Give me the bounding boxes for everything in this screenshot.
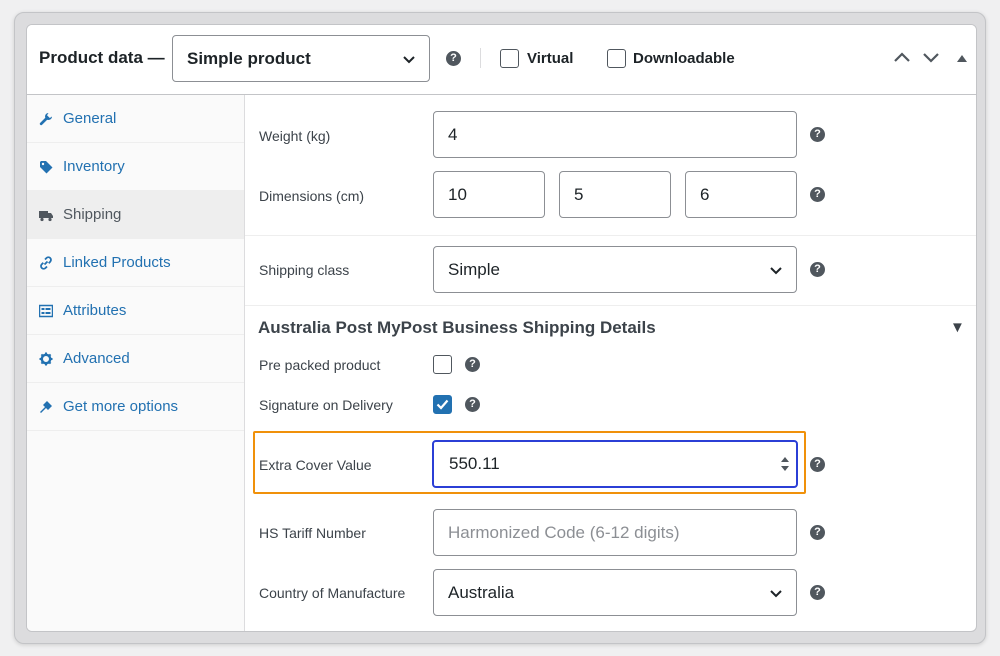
- help-icon[interactable]: ?: [810, 187, 825, 202]
- tab-linked-products[interactable]: Linked Products: [27, 239, 244, 287]
- tab-label: Attributes: [63, 302, 127, 319]
- help-icon[interactable]: ?: [810, 585, 825, 600]
- help-icon[interactable]: ?: [465, 397, 480, 412]
- product-type-value: Simple product: [187, 48, 311, 68]
- downloadable-checkbox[interactable]: [607, 49, 626, 68]
- length-input[interactable]: 10: [433, 171, 545, 218]
- country-label: Country of Manufacture: [259, 585, 406, 601]
- auspost-section-title: Australia Post MyPost Business Shipping …: [258, 318, 656, 337]
- help-icon[interactable]: ?: [810, 457, 825, 472]
- downloadable-label: Downloadable: [633, 50, 735, 67]
- gear-icon: [39, 352, 53, 365]
- height-value: 6: [700, 184, 710, 204]
- tab-label: Inventory: [63, 158, 125, 175]
- help-icon[interactable]: ?: [810, 525, 825, 540]
- weight-label: Weight (kg): [259, 128, 331, 144]
- help-icon[interactable]: ?: [810, 262, 825, 277]
- weight-input[interactable]: 4: [433, 111, 797, 158]
- move-up-icon[interactable]: [893, 48, 911, 66]
- extra-cover-label: Extra Cover Value: [259, 457, 372, 473]
- width-input[interactable]: 5: [559, 171, 671, 218]
- length-value: 10: [448, 184, 467, 204]
- tab-shipping[interactable]: Shipping: [27, 191, 244, 239]
- tab-label: Get more options: [63, 398, 179, 415]
- tab-label: General: [63, 110, 117, 127]
- plugin-icon: [40, 400, 52, 413]
- pre-packed-checkbox[interactable]: [433, 355, 452, 374]
- extra-cover-input[interactable]: 550.11: [432, 440, 798, 488]
- shipping-class-value: Simple: [448, 259, 500, 279]
- product-data-panel: Product data — Simple product ? Virtual …: [26, 24, 977, 632]
- link-icon: [40, 255, 52, 270]
- virtual-checkbox[interactable]: [500, 49, 519, 68]
- shipping-class-label: Shipping class: [259, 262, 350, 278]
- move-down-icon[interactable]: [922, 48, 940, 66]
- tab-label: Shipping: [63, 206, 122, 223]
- height-input[interactable]: 6: [685, 171, 797, 218]
- section-collapse-icon[interactable]: ▼: [950, 319, 965, 336]
- help-icon[interactable]: ?: [465, 357, 480, 372]
- checkmark-icon: [436, 399, 449, 410]
- country-value: Australia: [448, 582, 515, 602]
- chevron-down-icon: [403, 55, 415, 63]
- hs-tariff-input[interactable]: Harmonized Code (6-12 digits): [433, 509, 797, 556]
- product-data-title: Product data —: [39, 48, 165, 67]
- signature-label: Signature on Delivery: [259, 397, 393, 413]
- product-type-select[interactable]: Simple product: [172, 35, 430, 82]
- extra-cover-value: 550.11: [449, 454, 500, 473]
- wrench-icon: [39, 112, 52, 125]
- country-select[interactable]: Australia: [433, 569, 797, 616]
- shipping-panel: Weight (kg) 4 ? Dimensions (cm) 10 5 6 ?…: [245, 95, 976, 631]
- divider: [245, 305, 976, 306]
- tab-advanced[interactable]: Advanced: [27, 335, 244, 383]
- divider: [245, 235, 976, 236]
- hs-tariff-label: HS Tariff Number: [259, 525, 366, 541]
- signature-checkbox[interactable]: [433, 395, 452, 414]
- number-spinner-icon[interactable]: [780, 456, 790, 472]
- weight-value: 4: [448, 124, 458, 144]
- pre-packed-label: Pre packed product: [259, 357, 381, 373]
- tab-get-more-options[interactable]: Get more options: [27, 383, 244, 431]
- help-icon[interactable]: ?: [810, 127, 825, 142]
- list-icon: [39, 304, 53, 317]
- chevron-down-icon: [770, 266, 782, 274]
- collapse-toggle-icon[interactable]: [956, 53, 968, 63]
- product-data-tabs: General Inventory Shipping Linked Produc…: [27, 95, 245, 631]
- tag-icon: [40, 160, 53, 173]
- hs-tariff-placeholder: Harmonized Code (6-12 digits): [448, 522, 680, 542]
- tab-label: Linked Products: [63, 254, 171, 271]
- header-divider: [480, 48, 481, 68]
- tab-inventory[interactable]: Inventory: [27, 143, 244, 191]
- tab-label: Advanced: [63, 350, 130, 367]
- truck-icon: [39, 210, 53, 221]
- help-icon[interactable]: ?: [446, 51, 461, 66]
- dimensions-label: Dimensions (cm): [259, 188, 365, 204]
- shipping-class-select[interactable]: Simple: [433, 246, 797, 293]
- chevron-down-icon: [770, 589, 782, 597]
- virtual-label: Virtual: [527, 50, 574, 67]
- width-value: 5: [574, 184, 584, 204]
- product-data-header: Product data — Simple product ? Virtual …: [27, 25, 976, 95]
- tab-general[interactable]: General: [27, 95, 244, 143]
- tab-attributes[interactable]: Attributes: [27, 287, 244, 335]
